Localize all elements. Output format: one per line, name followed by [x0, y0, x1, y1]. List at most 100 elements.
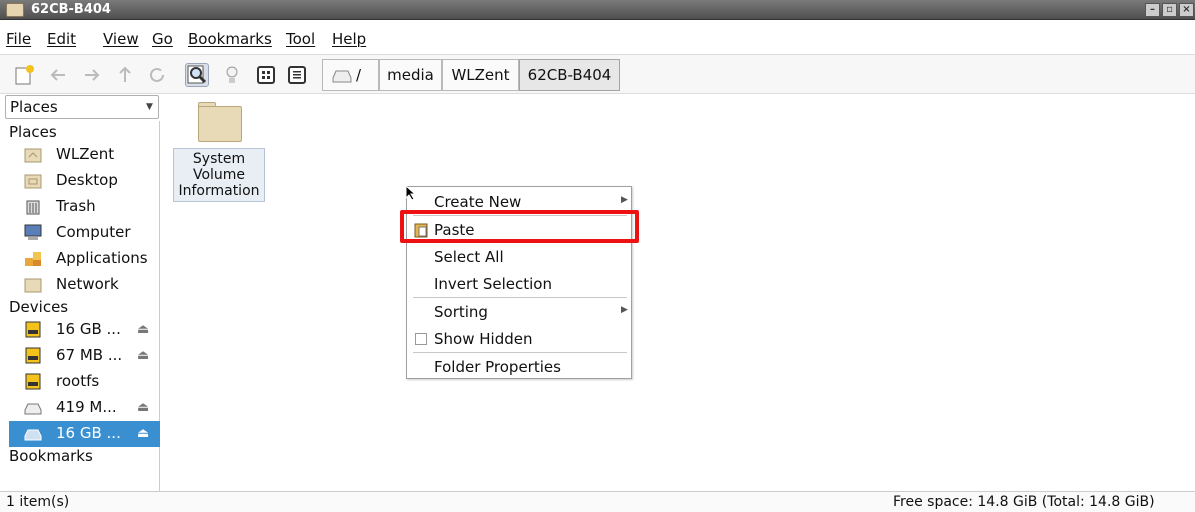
sidebar-item-computer[interactable]: Computer — [9, 220, 160, 246]
new-tab-button[interactable] — [12, 63, 36, 87]
sidebar-item-desktop[interactable]: Desktop — [9, 168, 160, 194]
list-view-icon — [288, 66, 306, 84]
new-document-icon — [15, 65, 34, 85]
highlight-box — [400, 210, 639, 243]
menu-bookmarks[interactable]: Bookmarks — [188, 30, 272, 48]
reload-button[interactable] — [145, 63, 169, 87]
free-space: Free space: 14.8 GiB (Total: 14.8 GiB) — [893, 494, 1155, 510]
menu-item-label: Sorting — [434, 303, 488, 321]
computer-icon — [24, 224, 42, 240]
menu-sorting[interactable]: Sorting ▶ — [407, 298, 631, 325]
sidebar-item-label: Trash — [56, 197, 96, 215]
menu-item-label: Select All — [434, 248, 504, 266]
sidebar-item-wlzent[interactable]: WLZent — [9, 142, 160, 168]
usb-drive-icon — [25, 321, 41, 338]
path-root-button[interactable]: / — [322, 59, 379, 91]
home-folder-icon — [24, 148, 42, 163]
menu-go[interactable]: Go — [152, 30, 173, 48]
sidebar-item-label: WLZent — [56, 145, 115, 163]
sidebar-item-label: Network — [56, 275, 119, 293]
close-button[interactable]: × — [1179, 3, 1194, 17]
forward-button[interactable] — [79, 63, 103, 87]
toolbar: / media WLZent 62CB-B404 — [0, 54, 1195, 94]
minimize-button[interactable]: – — [1145, 3, 1160, 17]
status-bar: 1 item(s) Free space: 14.8 GiB (Total: 1… — [0, 491, 1195, 512]
sidebar-device-419m[interactable]: 419 M... ⏏ — [9, 395, 160, 421]
places-dropdown[interactable]: Places ▼ — [5, 95, 159, 119]
menu-file[interactable]: File — [6, 30, 31, 48]
eject-icon[interactable]: ⏏ — [137, 426, 149, 441]
sidebar-item-applications[interactable]: Applications — [9, 246, 160, 272]
folder-label-line: Information — [178, 183, 260, 199]
menu-invert-selection[interactable]: Invert Selection — [407, 270, 631, 297]
menu-item-label: Invert Selection — [434, 275, 552, 293]
section-bookmarks: Bookmarks — [9, 447, 93, 465]
menu-tool[interactable]: Tool — [286, 30, 315, 48]
up-arrow-icon — [119, 66, 131, 82]
section-devices: Devices — [9, 298, 69, 316]
menu-bar: File Edit View Go Bookmarks Tool Help — [0, 30, 1195, 52]
menu-item-label: Folder Properties — [434, 358, 561, 376]
path-bar: / media WLZent 62CB-B404 — [322, 59, 1195, 91]
mouse-cursor-icon — [405, 185, 417, 201]
folder-item[interactable]: System Volume Information — [173, 98, 265, 203]
trash-icon — [26, 200, 40, 215]
sidebar-device-16gb[interactable]: 16 GB ... ⏏ — [9, 317, 160, 343]
sidebar-item-network[interactable]: Network — [9, 272, 160, 298]
item-count: 1 item(s) — [6, 494, 70, 510]
usb-drive-icon — [25, 373, 41, 390]
hard-drive-icon — [24, 429, 42, 441]
path-root-label: / — [356, 66, 362, 84]
folder-label: System Volume Information — [173, 148, 265, 202]
sidebar-item-label: Applications — [56, 249, 148, 267]
menu-view[interactable]: View — [103, 30, 139, 48]
menu-help[interactable]: Help — [332, 30, 366, 48]
icon-view-button[interactable] — [254, 63, 278, 87]
submenu-arrow-icon: ▶ — [621, 305, 628, 315]
checkbox-icon[interactable] — [415, 333, 427, 345]
path-media[interactable]: media — [379, 59, 442, 91]
places-dropdown-label: Places — [10, 98, 58, 116]
section-places: Places — [9, 123, 57, 141]
folder-label-line: System — [192, 151, 246, 167]
usb-drive-icon — [25, 347, 41, 364]
menu-item-label: Show Hidden — [434, 330, 533, 348]
desktop-folder-icon — [24, 174, 42, 189]
sidebar-device-16gb-selected[interactable]: 16 GB ... ⏏ — [9, 421, 160, 447]
folder-label-line: Volume — [192, 167, 246, 183]
sidebar-item-trash[interactable]: Trash — [9, 194, 160, 220]
back-arrow-icon — [50, 69, 65, 81]
list-view-button[interactable] — [285, 63, 309, 87]
sidebar-item-label: 16 GB ... — [56, 320, 121, 338]
drive-icon — [332, 70, 352, 83]
menu-edit[interactable]: Edit — [47, 30, 76, 48]
sidebar-device-rootfs[interactable]: rootfs — [9, 369, 160, 395]
eject-icon[interactable]: ⏏ — [137, 322, 149, 337]
eject-icon[interactable]: ⏏ — [137, 348, 149, 363]
menu-select-all[interactable]: Select All — [407, 243, 631, 270]
lightbulb-icon — [226, 66, 238, 83]
sidebar-item-label: 67 MB ... — [56, 346, 123, 364]
sidebar-item-label: rootfs — [56, 372, 100, 390]
eject-icon[interactable]: ⏏ — [137, 400, 149, 415]
hard-drive-icon — [24, 403, 42, 415]
search-view-button[interactable] — [185, 63, 209, 87]
sidebar-device-67mb[interactable]: 67 MB ... ⏏ — [9, 343, 160, 369]
back-button[interactable] — [47, 63, 71, 87]
menu-folder-properties[interactable]: Folder Properties — [407, 353, 631, 380]
folder-icon — [198, 106, 242, 142]
title-bar: 62CB-B404 – ▫ × — [0, 0, 1195, 20]
search-icon — [187, 65, 207, 84]
network-folder-icon — [24, 278, 42, 293]
menu-show-hidden[interactable]: Show Hidden — [407, 325, 631, 352]
submenu-arrow-icon: ▶ — [621, 195, 628, 205]
sidebar-item-label: 16 GB ... — [56, 424, 121, 442]
file-view[interactable]: System Volume Information — [162, 95, 1195, 491]
path-wlzent[interactable]: WLZent — [442, 59, 519, 91]
sidebar: Places WLZent Desktop Trash Computer App… — [5, 121, 160, 491]
path-62cb-b404[interactable]: 62CB-B404 — [519, 59, 620, 91]
maximize-button[interactable]: ▫ — [1162, 3, 1177, 17]
reload-icon — [150, 67, 164, 82]
tips-button[interactable] — [220, 63, 244, 87]
up-button[interactable] — [113, 63, 137, 87]
